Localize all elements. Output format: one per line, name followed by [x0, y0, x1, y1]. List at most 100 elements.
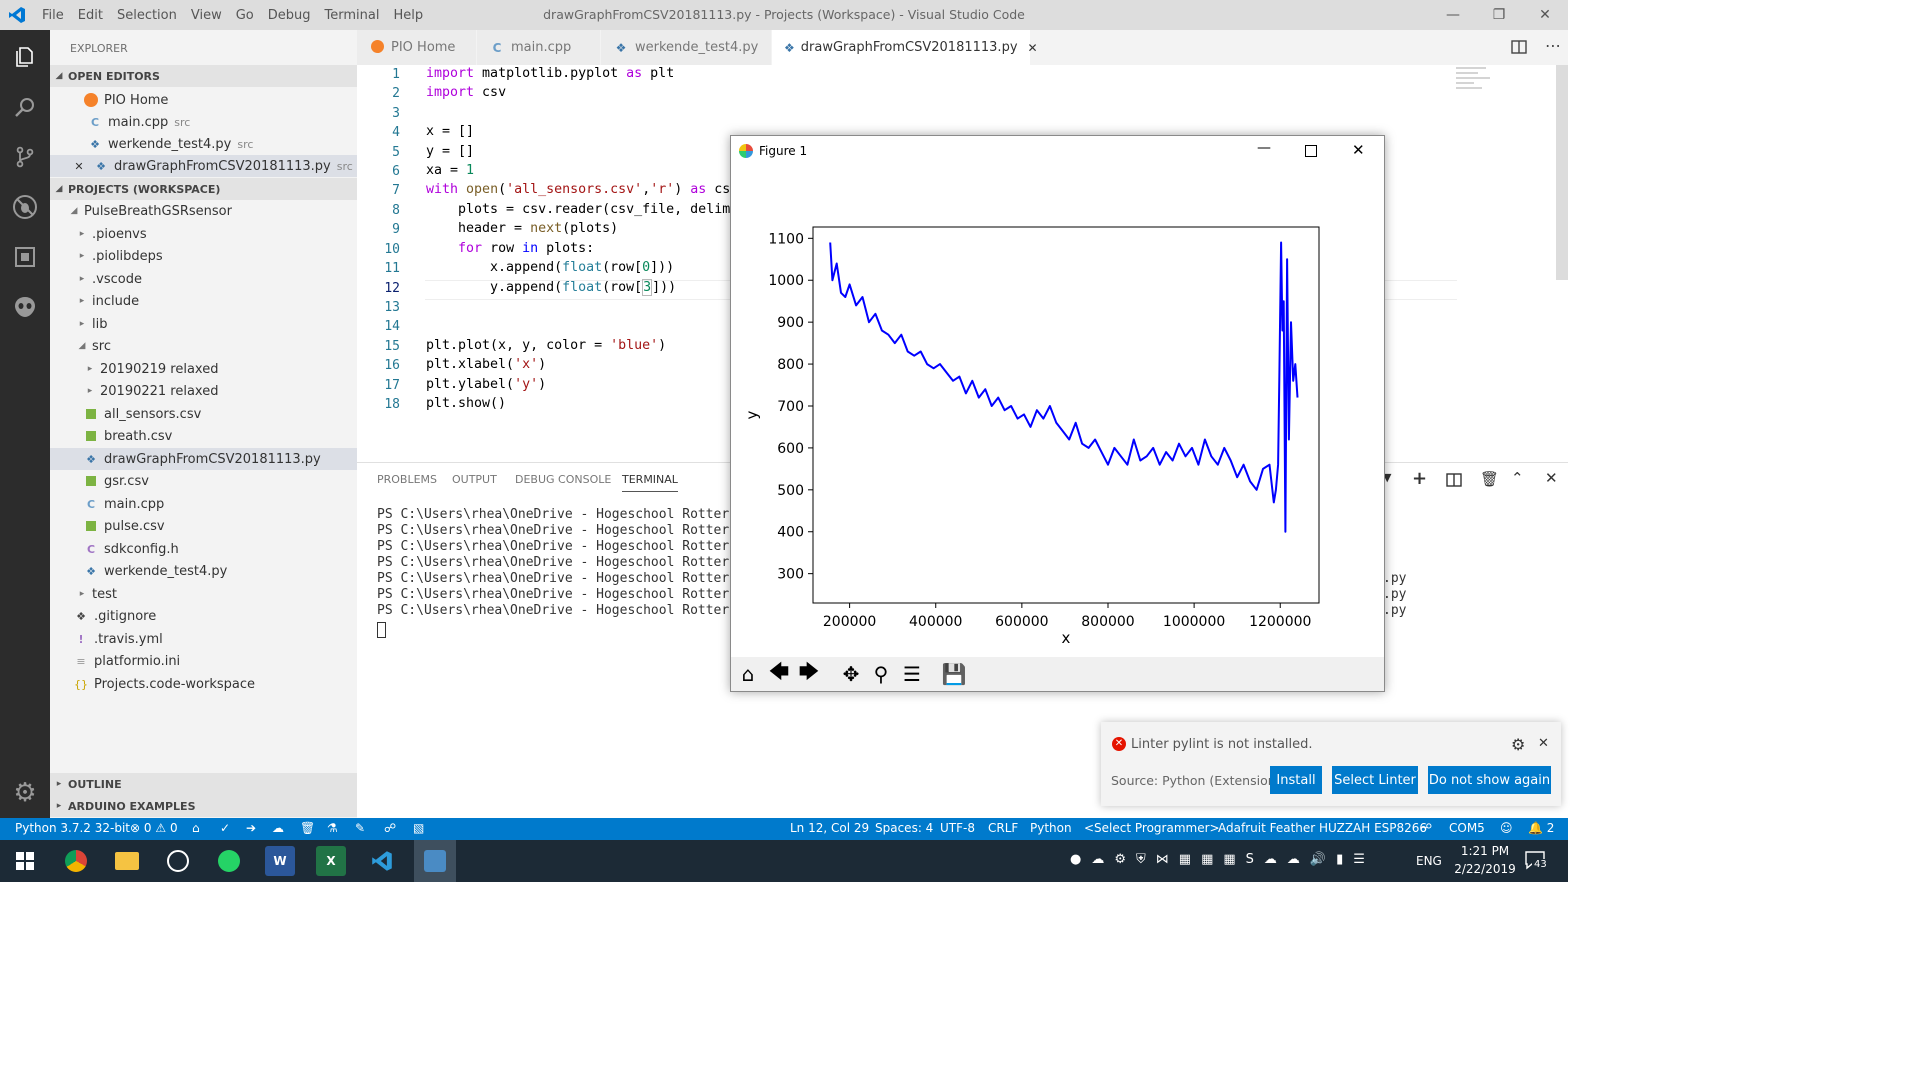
windows-start-icon[interactable] [10, 846, 40, 876]
tree-file[interactable]: ❖ werkende_test4.py [50, 560, 389, 582]
close-icon[interactable]: ✕ [70, 158, 88, 174]
explorer-activity[interactable] [0, 32, 50, 82]
python-interpreter[interactable]: Python 3.7.2 32-bit [15, 821, 130, 835]
close-icon[interactable]: ✕ [1538, 736, 1549, 751]
extensions-activity[interactable] [0, 232, 50, 282]
programmer-select[interactable]: <Select Programmer> [1084, 821, 1220, 835]
encoding[interactable]: UTF-8 [940, 821, 975, 835]
gear-icon[interactable]: ⚙ [1511, 735, 1525, 754]
tree-file[interactable]: C main.cpp [50, 493, 389, 515]
terminal-icon[interactable]: ▧ [413, 821, 424, 835]
tab-debug-console[interactable]: DEBUG CONSOLE [515, 473, 611, 486]
checklist-icon[interactable]: ✎ [355, 821, 365, 835]
split-terminal-icon[interactable] [1446, 472, 1462, 491]
tree-folder[interactable]: ▸ test [50, 583, 383, 605]
close-panel-icon[interactable]: ✕ [1545, 469, 1558, 487]
plug-icon[interactable]: ☍ [384, 821, 396, 835]
tab-werkende-test4[interactable]: ❖ werkende_test4.py [601, 30, 772, 65]
wifi-icon[interactable]: ☰ [1353, 852, 1365, 867]
save-icon[interactable]: 💾 [940, 661, 968, 687]
menu-terminal[interactable]: Terminal [325, 8, 380, 23]
do-not-show-again-button[interactable]: Do not show again [1428, 766, 1551, 794]
tab-problems[interactable]: PROBLEMS [377, 473, 437, 486]
volume-icon[interactable]: 🔊 [1310, 852, 1326, 867]
platformio-activity[interactable] [0, 282, 50, 332]
onedrive-icon[interactable]: ☁ [1264, 852, 1277, 867]
tray-app-icon[interactable]: ⚙ [1114, 852, 1126, 867]
menu-debug[interactable]: Debug [268, 8, 311, 23]
split-editor-icon[interactable] [1511, 39, 1527, 58]
tab-main-cpp[interactable]: C main.cpp [477, 30, 601, 65]
tray-app-icon[interactable]: ▦ [1223, 852, 1235, 867]
python-figure-taskbar-icon[interactable] [414, 840, 456, 882]
onedrive-icon[interactable]: ☁ [1091, 852, 1104, 867]
word-icon[interactable]: W [265, 846, 295, 876]
plug-icon[interactable]: ☍ [1420, 821, 1432, 835]
search-activity[interactable] [0, 82, 50, 132]
tree-folder[interactable]: ▸ include [50, 290, 383, 312]
skype-icon[interactable]: S [1246, 852, 1254, 867]
tree-folder[interactable]: ▸ .pioenvs [50, 223, 383, 245]
open-editor-item-active[interactable]: ✕ ❖ drawGraphFromCSV20181113.py src [50, 155, 377, 177]
tree-file[interactable]: breath.csv [50, 425, 389, 447]
tree-folder[interactable]: ▸ 20190219 relaxed [50, 358, 391, 380]
onedrive-icon[interactable]: ☁ [1287, 852, 1300, 867]
tree-file[interactable]: pulse.csv [50, 515, 389, 537]
back-icon[interactable]: 🡄 [765, 659, 793, 687]
home-icon[interactable]: ⌂ [734, 661, 762, 687]
upload-icon[interactable]: ☁ [272, 821, 284, 835]
open-editor-item[interactable]: PIO Home [50, 89, 389, 111]
home-icon[interactable]: ⌂ [192, 821, 200, 835]
line-ending[interactable]: CRLF [988, 821, 1018, 835]
maximize-panel-icon[interactable]: ⌃ [1511, 469, 1524, 487]
file-explorer-icon[interactable] [112, 846, 142, 876]
close-window-button[interactable]: ✕ [1522, 0, 1568, 30]
notifications-indicator[interactable]: 🔔 2 [1528, 821, 1554, 835]
feedback-smiley-icon[interactable]: ☺ [1500, 821, 1513, 835]
clock-time[interactable]: 1:21 PM [1460, 844, 1510, 858]
menu-file[interactable]: File [42, 8, 64, 23]
tray-app-icon[interactable]: ▦ [1201, 852, 1213, 867]
arduino-examples-section[interactable]: ▸ ARDUINO EXAMPLES [50, 795, 357, 817]
zoom-icon[interactable]: ⚲ [867, 661, 895, 687]
cursor-position[interactable]: Ln 12, Col 29 [790, 821, 869, 835]
input-language[interactable]: ENG [1416, 854, 1442, 868]
more-actions-icon[interactable]: ⋯ [1545, 36, 1561, 55]
flask-icon[interactable]: ⚗ [327, 821, 338, 835]
tree-folder[interactable]: ▸ 20190221 relaxed [50, 380, 391, 402]
new-terminal-icon[interactable]: + [1412, 468, 1427, 489]
configure-icon[interactable]: ☰ [898, 661, 926, 687]
minimap[interactable] [1456, 65, 1496, 97]
open-editors-section[interactable]: ◢ OPEN EDITORS [50, 65, 357, 87]
tab-pio-home[interactable]: PIO Home [357, 30, 477, 65]
tree-file[interactable]: all_sensors.csv [50, 403, 389, 425]
tab-drawgraph[interactable]: ❖ drawGraphFromCSV20181113.py ✕ [772, 30, 1038, 65]
install-button[interactable]: Install [1270, 766, 1322, 794]
problems-indicator[interactable]: ⊗ 0 ⚠ 0 [130, 821, 178, 835]
figure-minimize-button[interactable]: — [1257, 140, 1271, 156]
figure-window[interactable]: Figure 1 — ✕ 1100 1000 900 800 700 600 500 400 3… [730, 135, 1385, 692]
outline-section[interactable]: ▸ OUTLINE [50, 773, 357, 795]
source-control-activity[interactable] [0, 132, 50, 182]
defender-icon[interactable]: ⛨ [1136, 852, 1146, 867]
debug-activity[interactable] [0, 182, 50, 232]
tree-file[interactable]: C sdkconfig.h [50, 538, 389, 560]
clock-date[interactable]: 2/22/2019 [1452, 862, 1518, 876]
tree-folder[interactable]: ◢ PulseBreathGSRsensor [50, 200, 375, 222]
tree-file-selected[interactable]: ❖ drawGraphFromCSV20181113.py [50, 448, 389, 470]
check-icon[interactable]: ✓ [220, 821, 230, 835]
figure-close-button[interactable]: ✕ [1352, 141, 1365, 159]
tray-app-icon[interactable]: ● [1070, 852, 1081, 867]
editor-scrollbar[interactable] [1556, 65, 1568, 280]
menu-help[interactable]: Help [393, 8, 423, 23]
tray-app-icon[interactable]: ▦ [1179, 852, 1191, 867]
tab-terminal[interactable]: TERMINAL [622, 473, 678, 492]
figure-maximize-button[interactable] [1305, 145, 1317, 157]
tree-file[interactable]: {} Projects.code-workspace [50, 673, 379, 695]
close-tab-icon[interactable]: ✕ [1028, 41, 1038, 55]
select-linter-button[interactable]: Select Linter [1332, 766, 1418, 794]
serial-port[interactable]: COM5 [1449, 821, 1485, 835]
menu-edit[interactable]: Edit [78, 8, 103, 23]
pan-icon[interactable]: ✥ [837, 661, 865, 687]
maximize-button[interactable]: ❐ [1476, 0, 1522, 30]
